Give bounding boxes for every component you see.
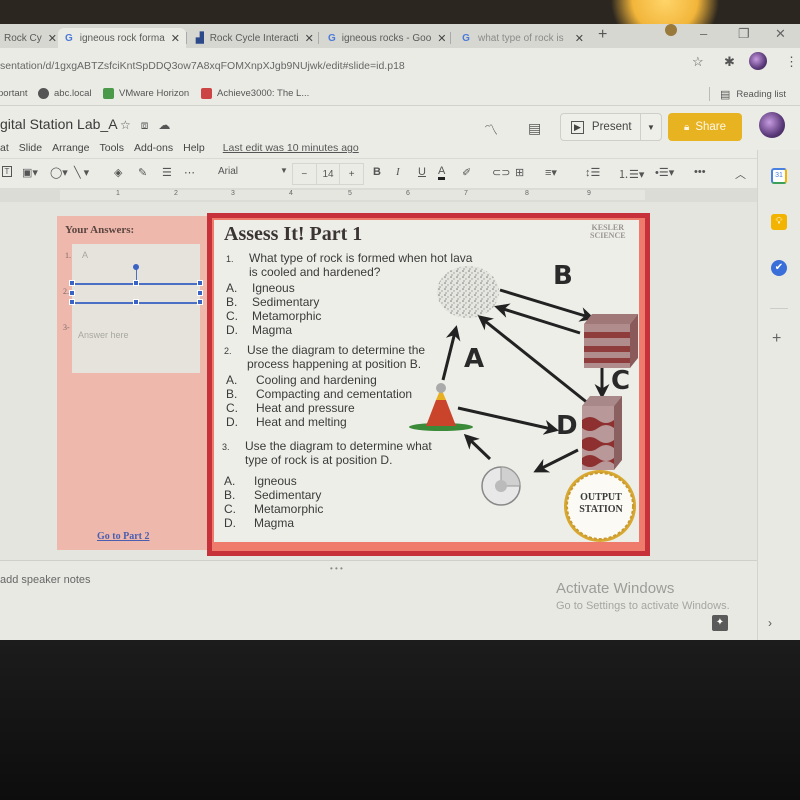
monitor-bezel	[0, 640, 800, 800]
output-line: STATION	[579, 504, 623, 515]
output-station-label[interactable]: OUTPUT STATION	[565, 492, 637, 516]
diagram-label-d: D	[556, 411, 578, 441]
output-line: OUTPUT	[580, 492, 622, 503]
metamorphic-rock-block	[582, 396, 622, 470]
arrow-earth-to-volcano	[463, 433, 492, 461]
diagram-label-a: A	[464, 344, 485, 374]
diagram-label-c: C	[611, 366, 631, 396]
explore-button[interactable]: ✦	[712, 615, 728, 631]
activate-windows-title: Activate Windows	[556, 580, 675, 597]
screen: Rock Cy ✕ G igneous rock forma ✕ ▟ Rock …	[0, 0, 800, 640]
earth-cross-section-icon	[481, 466, 521, 506]
diagram-label-b: B	[553, 261, 573, 291]
rock-cycle-diagram	[409, 266, 638, 542]
arrow-d-to-earth	[533, 448, 579, 473]
speaker-notes-placeholder[interactable]: add speaker notes	[0, 574, 91, 586]
activate-windows-subtitle: Go to Settings to activate Windows.	[556, 600, 730, 612]
sediment-cloud	[437, 266, 499, 318]
sedimentary-rock-block	[584, 314, 638, 368]
chevron-right-icon[interactable]: ›	[768, 616, 772, 630]
volcano-icon	[409, 383, 473, 431]
notes-resize-handle[interactable]: • • •	[330, 564, 343, 573]
arrow-igneous-to-sediment	[441, 325, 461, 381]
